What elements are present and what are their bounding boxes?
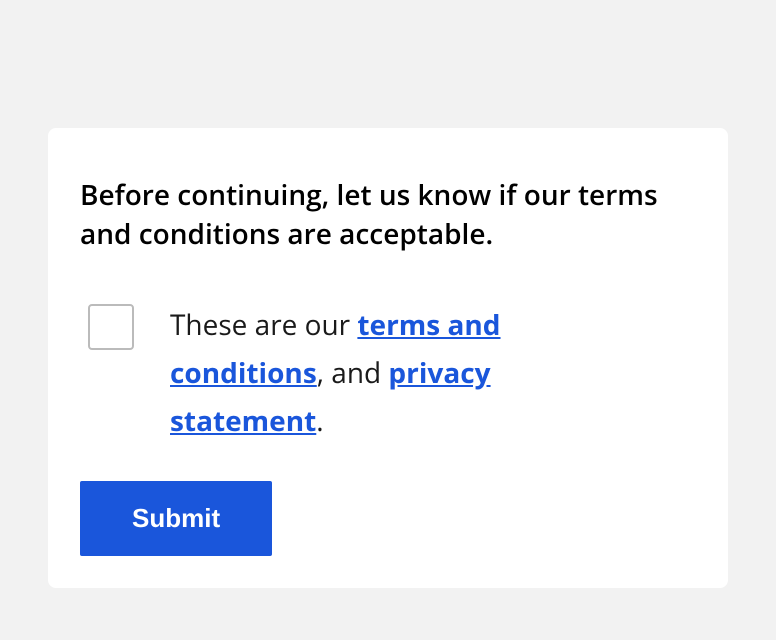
consent-checkbox[interactable] xyxy=(88,304,134,350)
consent-text-post: . xyxy=(316,402,323,440)
submit-button[interactable]: Submit xyxy=(80,481,272,556)
consent-field: These are our terms and conditions, and … xyxy=(88,302,648,445)
consent-label: These are our terms and conditions, and … xyxy=(170,302,648,445)
consent-text-mid: , and xyxy=(317,354,389,392)
consent-text-pre: These are our xyxy=(170,306,357,344)
form-legend: Before continuing, let us know if our te… xyxy=(80,176,696,254)
consent-card: Before continuing, let us know if our te… xyxy=(48,128,728,588)
